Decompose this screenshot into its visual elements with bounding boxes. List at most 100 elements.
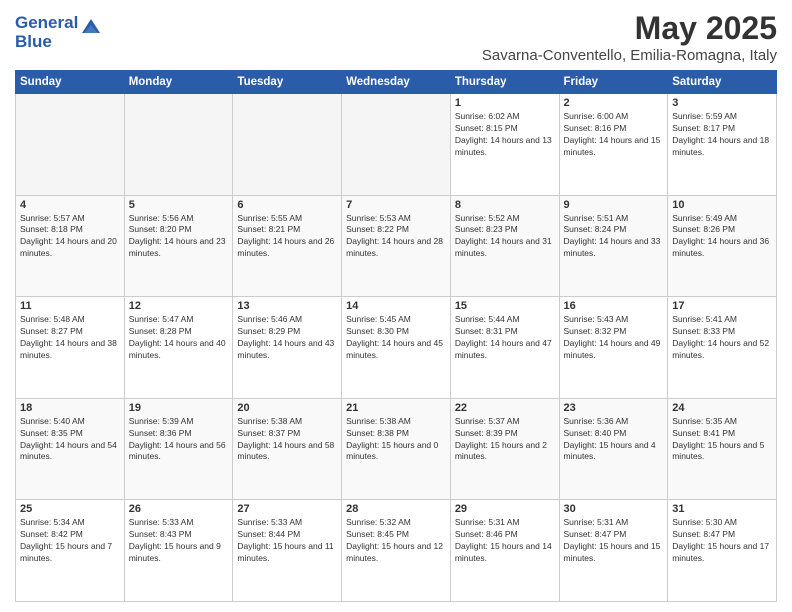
- day-info: Sunrise: 5:52 AMSunset: 8:23 PMDaylight:…: [455, 213, 555, 261]
- calendar-cell: 2Sunrise: 6:00 AMSunset: 8:16 PMDaylight…: [559, 94, 668, 196]
- day-number: 11: [20, 300, 120, 312]
- title-block: May 2025 Savarna-Conventello, Emilia-Rom…: [482, 10, 777, 64]
- day-info: Sunrise: 5:31 AMSunset: 8:46 PMDaylight:…: [455, 517, 555, 565]
- weekday-header-friday: Friday: [559, 71, 668, 94]
- day-info: Sunrise: 5:30 AMSunset: 8:47 PMDaylight:…: [672, 517, 772, 565]
- week-row-4: 18 Sunrise: 5:40 AMSunset: 8:35 PMDayligh…: [16, 398, 777, 500]
- day-info: Sunrise: 5:51 AMSunset: 8:24 PMDaylight:…: [564, 213, 664, 261]
- day-number: 19: [129, 402, 229, 414]
- day-number: 12: [129, 300, 229, 312]
- calendar-cell: 18 Sunrise: 5:40 AMSunset: 8:35 PMDayligh…: [16, 398, 125, 500]
- day-number: 10: [672, 199, 772, 211]
- calendar-cell: 13Sunrise: 5:46 AMSunset: 8:29 PMDayligh…: [233, 297, 342, 399]
- day-number: 31: [672, 503, 772, 515]
- day-info: Sunrise: 5:57 AMSunset: 8:18 PMDaylight:…: [20, 213, 120, 261]
- day-info: Sunrise: 5:55 AMSunset: 8:21 PMDaylight:…: [237, 213, 337, 261]
- calendar-cell: 27 Sunrise: 5:33 AMSunset: 8:44 PMDayligh…: [233, 500, 342, 602]
- day-info: Sunrise: 5:37 AMSunset: 8:39 PMDaylight:…: [455, 416, 555, 464]
- calendar-cell: 1 Sunrise: 6:02 AMSunset: 8:15 PMDaylight…: [450, 94, 559, 196]
- day-info: Sunrise: 5:38 AMSunset: 8:37 PMDaylight:…: [237, 416, 337, 464]
- calendar-cell: [124, 94, 233, 196]
- day-info: Sunrise: 5:32 AMSunset: 8:45 PMDaylight:…: [346, 517, 446, 565]
- day-number: 15: [455, 300, 555, 312]
- calendar-cell: [16, 94, 125, 196]
- weekday-header-row: SundayMondayTuesdayWednesdayThursdayFrid…: [16, 71, 777, 94]
- calendar-page: General Blue May 2025 Savarna-Conventell…: [0, 0, 792, 612]
- calendar-cell: 6 Sunrise: 5:55 AMSunset: 8:21 PMDaylight…: [233, 195, 342, 297]
- day-info: Sunrise: 5:49 AMSunset: 8:26 PMDaylight:…: [672, 213, 772, 261]
- day-info: Sunrise: 5:47 AMSunset: 8:28 PMDaylight:…: [129, 314, 229, 362]
- day-number: 1: [455, 97, 555, 109]
- month-title: May 2025: [482, 10, 777, 47]
- day-info: Sunrise: 5:33 AMSunset: 8:44 PMDaylight:…: [237, 517, 337, 565]
- calendar-cell: 4 Sunrise: 5:57 AMSunset: 8:18 PMDaylight…: [16, 195, 125, 297]
- day-info: Sunrise: 5:59 AMSunset: 8:17 PMDaylight:…: [672, 111, 772, 159]
- day-number: 6: [237, 199, 337, 211]
- header: General Blue May 2025 Savarna-Conventell…: [15, 10, 777, 64]
- calendar-cell: 12 Sunrise: 5:47 AMSunset: 8:28 PMDayligh…: [124, 297, 233, 399]
- logo-text: General Blue: [15, 14, 78, 51]
- location-title: Savarna-Conventello, Emilia-Romagna, Ita…: [482, 47, 777, 64]
- week-row-3: 11 Sunrise: 5:48 AMSunset: 8:27 PMDayligh…: [16, 297, 777, 399]
- calendar-cell: 22Sunrise: 5:37 AMSunset: 8:39 PMDayligh…: [450, 398, 559, 500]
- calendar-cell: 15 Sunrise: 5:44 AMSunset: 8:31 PMDayligh…: [450, 297, 559, 399]
- day-number: 20: [237, 402, 337, 414]
- day-info: Sunrise: 5:45 AMSunset: 8:30 PMDaylight:…: [346, 314, 446, 362]
- calendar-cell: [233, 94, 342, 196]
- calendar-cell: 19 Sunrise: 5:39 AMSunset: 8:36 PMDayligh…: [124, 398, 233, 500]
- weekday-header-tuesday: Tuesday: [233, 71, 342, 94]
- calendar-cell: 5 Sunrise: 5:56 AMSunset: 8:20 PMDaylight…: [124, 195, 233, 297]
- day-number: 8: [455, 199, 555, 211]
- weekday-header-sunday: Sunday: [16, 71, 125, 94]
- calendar-cell: 20 Sunrise: 5:38 AMSunset: 8:37 PMDayligh…: [233, 398, 342, 500]
- day-info: Sunrise: 5:43 AMSunset: 8:32 PMDaylight:…: [564, 314, 664, 362]
- day-number: 7: [346, 199, 446, 211]
- calendar-cell: 3 Sunrise: 5:59 AMSunset: 8:17 PMDaylight…: [668, 94, 777, 196]
- day-number: 4: [20, 199, 120, 211]
- day-number: 29: [455, 503, 555, 515]
- calendar-cell: 16 Sunrise: 5:43 AMSunset: 8:32 PMDayligh…: [559, 297, 668, 399]
- day-number: 27: [237, 503, 337, 515]
- calendar-cell: 10 Sunrise: 5:49 AMSunset: 8:26 PMDayligh…: [668, 195, 777, 297]
- day-number: 18: [20, 402, 120, 414]
- calendar-cell: 31 Sunrise: 5:30 AMSunset: 8:47 PMDayligh…: [668, 500, 777, 602]
- day-info: Sunrise: 5:41 AMSunset: 8:33 PMDaylight:…: [672, 314, 772, 362]
- day-number: 25: [20, 503, 120, 515]
- calendar-cell: 26Sunrise: 5:33 AMSunset: 8:43 PMDayligh…: [124, 500, 233, 602]
- day-info: Sunrise: 5:39 AMSunset: 8:36 PMDaylight:…: [129, 416, 229, 464]
- day-info: Sunrise: 5:34 AMSunset: 8:42 PMDaylight:…: [20, 517, 120, 565]
- calendar-cell: [342, 94, 451, 196]
- weekday-header-wednesday: Wednesday: [342, 71, 451, 94]
- day-number: 28: [346, 503, 446, 515]
- calendar-cell: 24Sunrise: 5:35 AMSunset: 8:41 PMDayligh…: [668, 398, 777, 500]
- day-info: Sunrise: 5:56 AMSunset: 8:20 PMDaylight:…: [129, 213, 229, 261]
- day-info: Sunrise: 6:00 AMSunset: 8:16 PMDaylight:…: [564, 111, 664, 159]
- week-row-1: 1 Sunrise: 6:02 AMSunset: 8:15 PMDaylight…: [16, 94, 777, 196]
- calendar-cell: 8 Sunrise: 5:52 AMSunset: 8:23 PMDaylight…: [450, 195, 559, 297]
- day-number: 16: [564, 300, 664, 312]
- day-number: 17: [672, 300, 772, 312]
- weekday-header-thursday: Thursday: [450, 71, 559, 94]
- day-info: Sunrise: 5:48 AMSunset: 8:27 PMDaylight:…: [20, 314, 120, 362]
- calendar-cell: 21 Sunrise: 5:38 AMSunset: 8:38 PMDayligh…: [342, 398, 451, 500]
- day-number: 30: [564, 503, 664, 515]
- weekday-header-monday: Monday: [124, 71, 233, 94]
- day-info: Sunrise: 5:44 AMSunset: 8:31 PMDaylight:…: [455, 314, 555, 362]
- day-info: Sunrise: 5:35 AMSunset: 8:41 PMDaylight:…: [672, 416, 772, 464]
- day-info: Sunrise: 6:02 AMSunset: 8:15 PMDaylight:…: [455, 111, 555, 159]
- calendar-table: SundayMondayTuesdayWednesdayThursdayFrid…: [15, 70, 777, 602]
- logo-icon: [80, 15, 102, 37]
- calendar-cell: 17 Sunrise: 5:41 AMSunset: 8:33 PMDayligh…: [668, 297, 777, 399]
- weekday-header-saturday: Saturday: [668, 71, 777, 94]
- day-number: 5: [129, 199, 229, 211]
- calendar-cell: 23Sunrise: 5:36 AMSunset: 8:40 PMDayligh…: [559, 398, 668, 500]
- day-number: 3: [672, 97, 772, 109]
- week-row-2: 4 Sunrise: 5:57 AMSunset: 8:18 PMDaylight…: [16, 195, 777, 297]
- day-info: Sunrise: 5:38 AMSunset: 8:38 PMDaylight:…: [346, 416, 446, 464]
- day-number: 21: [346, 402, 446, 414]
- week-row-5: 25 Sunrise: 5:34 AMSunset: 8:42 PMDayligh…: [16, 500, 777, 602]
- day-info: Sunrise: 5:40 AMSunset: 8:35 PMDaylight:…: [20, 416, 120, 464]
- calendar-cell: 7Sunrise: 5:53 AMSunset: 8:22 PMDaylight…: [342, 195, 451, 297]
- day-number: 14: [346, 300, 446, 312]
- day-info: Sunrise: 5:33 AMSunset: 8:43 PMDaylight:…: [129, 517, 229, 565]
